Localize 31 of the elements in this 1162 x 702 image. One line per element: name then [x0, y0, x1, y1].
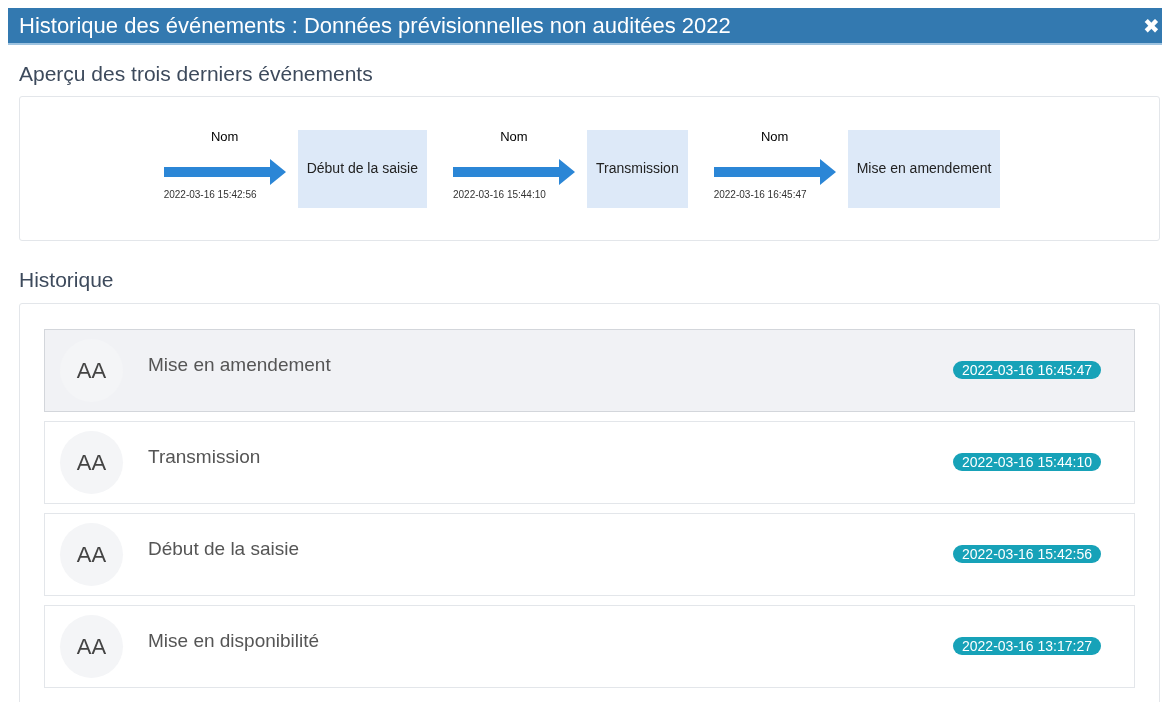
window-title: Historique des événements : Données prévisionnelles non auditées 2022 — [19, 12, 731, 40]
avatar: AA — [60, 615, 123, 678]
step-label: Nom — [500, 127, 528, 146]
event-name: Mise en amendement — [148, 353, 332, 378]
arrow-icon — [452, 159, 575, 186]
date-badge: 2022-03-16 16:45:47 — [953, 360, 1101, 379]
event-box: Mise en amendement — [847, 129, 1001, 208]
history-item[interactable]: AA Transmission 2022-03-16 15:44:10 — [44, 421, 1135, 504]
event-name: Début de la saisie — [148, 537, 301, 562]
event-name: Transmission — [148, 445, 262, 470]
date-badge: 2022-03-16 13:17:27 — [953, 636, 1101, 655]
date-badge: 2022-03-16 15:44:10 — [953, 452, 1101, 471]
history-item[interactable]: AA Mise en amendement 2022-03-16 16:45:47 — [44, 329, 1135, 412]
history-item[interactable]: AA Début de la saisie 2022-03-16 15:42:56 — [44, 513, 1135, 596]
step-date: 2022-03-16 15:42:56 — [163, 188, 257, 203]
history-item[interactable]: AA Mise en disponibilité 2022-03-16 13:17:27 — [44, 605, 1135, 688]
avatar: AA — [60, 431, 123, 494]
event-name: Mise en disponibilité — [148, 629, 321, 654]
close-button[interactable]: ✖ — [1143, 15, 1160, 36]
step-label: Nom — [760, 127, 789, 146]
step-date: 2022-03-16 16:45:47 — [713, 188, 807, 203]
step-date: 2022-03-16 15:44:10 — [452, 188, 546, 203]
date-badge: 2022-03-16 15:42:56 — [953, 544, 1101, 563]
section-heading: Aperçu des trois derniers événements — [19, 61, 374, 87]
event-box: Transmission — [586, 129, 688, 208]
step-label: Nom — [210, 127, 239, 146]
arrow-icon — [163, 159, 286, 186]
event-box: Début de la saisie — [297, 129, 427, 208]
section-heading: Historique — [19, 267, 115, 293]
arrow-icon — [713, 159, 836, 186]
avatar: AA — [60, 523, 123, 586]
